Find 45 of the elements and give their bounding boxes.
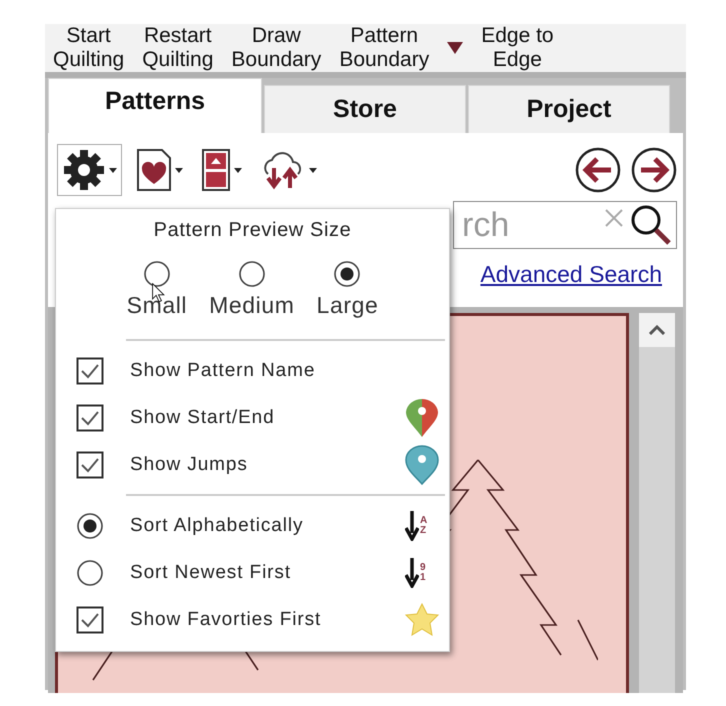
tab[interactable]: Project <box>468 85 670 133</box>
map-pin-icon <box>405 398 439 438</box>
forward-button[interactable] <box>631 147 677 193</box>
map-pin-icon <box>405 444 439 484</box>
tab[interactable]: Store <box>264 85 466 133</box>
back-button[interactable] <box>575 147 621 193</box>
toolbar-button[interactable]: Draw Boundary <box>229 24 324 72</box>
radio-button[interactable] <box>333 260 362 288</box>
size-option[interactable]: Large <box>314 260 380 319</box>
scrollbar[interactable] <box>639 313 675 693</box>
advanced-search-link[interactable]: Advanced Search <box>480 261 662 289</box>
caret-icon <box>234 168 242 172</box>
checkbox[interactable] <box>76 356 104 384</box>
scroll-up-button[interactable] <box>639 313 675 347</box>
caret-icon <box>175 168 183 172</box>
menu-option[interactable]: Show Start/End <box>56 394 449 441</box>
search-bar[interactable]: rch <box>453 201 677 249</box>
checkbox[interactable] <box>76 606 104 634</box>
size-option[interactable]: Small <box>124 260 190 319</box>
radio-button[interactable] <box>76 512 104 540</box>
chevron-up-icon <box>649 325 665 335</box>
size-option[interactable]: Medium <box>207 260 297 319</box>
menu-option[interactable]: Sort Newest First 9 1 <box>56 549 449 596</box>
menu-option[interactable]: Show Pattern Name <box>56 347 449 394</box>
toolbar-button[interactable]: Start Quilting <box>51 24 126 72</box>
checkbox[interactable] <box>76 404 104 432</box>
radio-button[interactable] <box>76 558 104 586</box>
menu-option[interactable]: Show Jumps <box>56 441 449 488</box>
tab[interactable]: Patterns <box>48 78 262 133</box>
caret-icon <box>109 168 117 172</box>
caret-icon <box>445 40 466 56</box>
star-icon <box>405 602 439 636</box>
toolbar-button[interactable]: Restart Quilting <box>140 24 216 72</box>
popup-title: Pattern Preview Size <box>152 219 352 242</box>
menu-option[interactable]: Show Favorties First <box>56 596 449 643</box>
settings-button[interactable] <box>57 144 122 196</box>
checkbox[interactable] <box>76 450 104 478</box>
toolbar-button[interactable]: Pattern Boundary <box>337 24 432 72</box>
toolbar-button[interactable]: Edge to Edge <box>479 24 556 72</box>
menu-option[interactable]: Sort Alphabetically A Z <box>56 502 449 549</box>
search-input[interactable]: rch <box>460 204 598 246</box>
radio-button[interactable] <box>142 260 171 288</box>
caret-icon <box>309 168 317 172</box>
search-icon[interactable] <box>630 204 672 246</box>
radio-button[interactable] <box>238 260 266 288</box>
